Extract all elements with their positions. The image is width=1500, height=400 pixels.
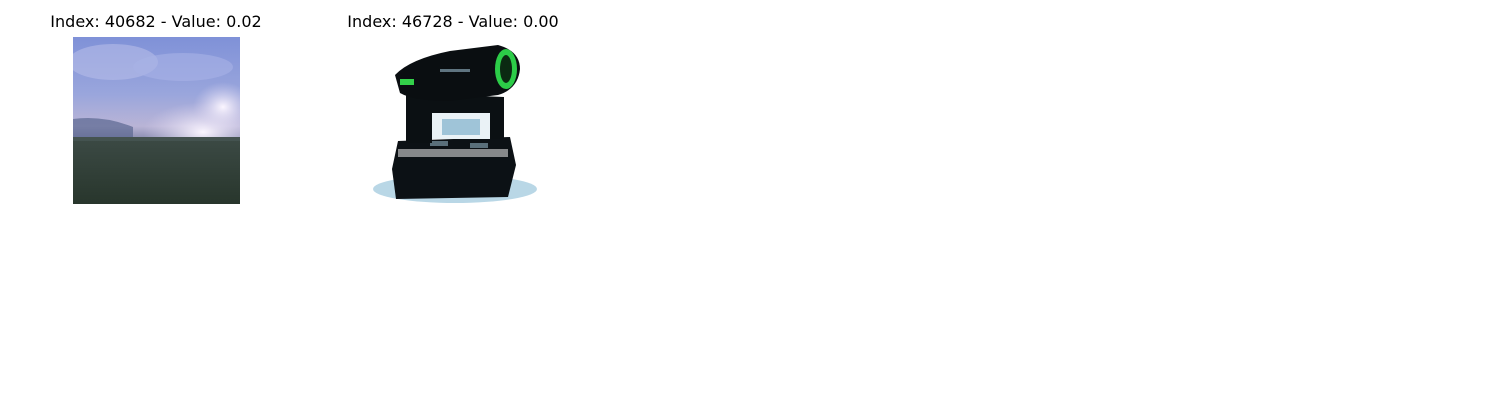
landscape-image (73, 37, 240, 204)
stage-light-thumbnail (370, 37, 537, 204)
panel-title-1: Index: 40682 - Value: 0.02 (50, 12, 262, 31)
panel-title-2: Index: 46728 - Value: 0.00 (347, 12, 559, 31)
image-panel-2: Index: 46728 - Value: 0.00 (333, 0, 573, 210)
landscape-thumbnail (73, 37, 240, 204)
image-panel-1: Index: 40682 - Value: 0.02 (36, 0, 276, 210)
stage-light-image (370, 37, 537, 204)
image-grid-figure: Index: 40682 - Value: 0.02 Index: 46728 … (0, 0, 1500, 400)
